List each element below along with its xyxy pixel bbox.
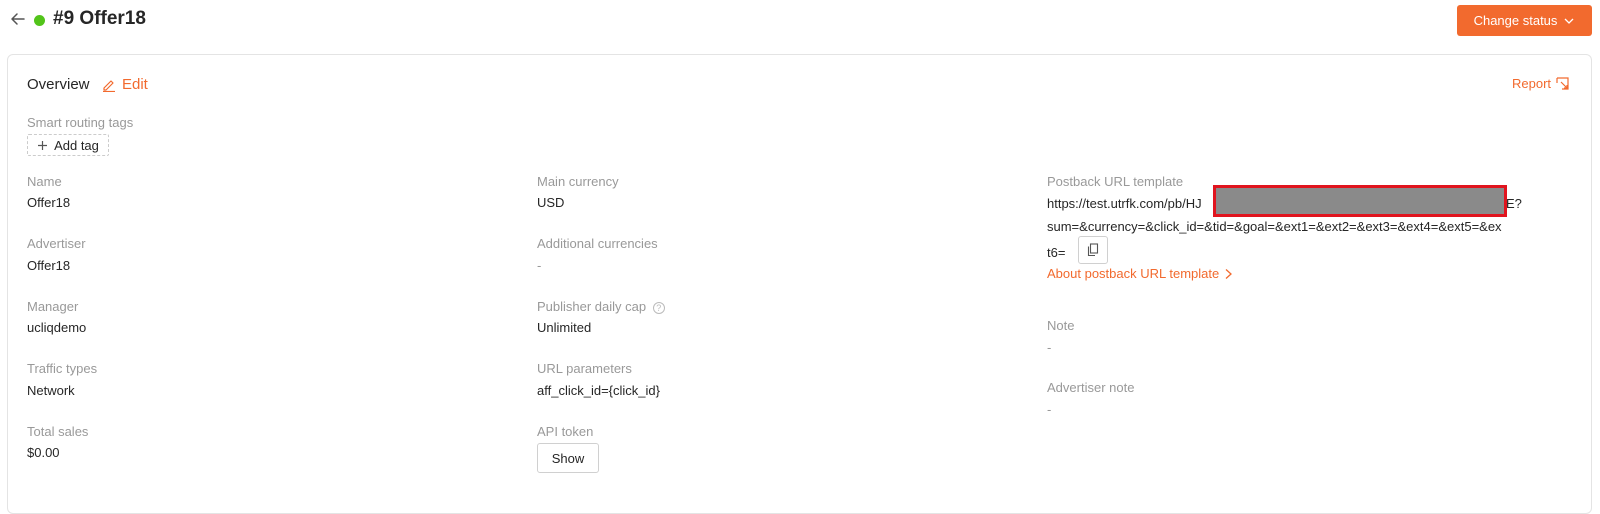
main-currency-label: Main currency <box>537 174 619 189</box>
edit-link[interactable]: Edit <box>102 76 148 93</box>
report-link[interactable]: Report <box>1512 76 1569 91</box>
external-link-icon <box>1556 77 1569 90</box>
status-dot <box>34 15 45 26</box>
chevron-right-icon <box>1225 268 1233 279</box>
overview-title: Overview <box>27 76 90 93</box>
total-sales-value: $0.00 <box>27 445 60 460</box>
main-currency-value: USD <box>537 195 565 210</box>
question-circle-icon[interactable]: ? <box>652 301 665 314</box>
plus-icon <box>38 140 48 150</box>
additional-currencies-label: Additional currencies <box>537 236 658 251</box>
name-label: Name <box>27 174 62 189</box>
postback-line-1-start: https://test.utrfk.com/pb/HJ <box>1047 196 1202 211</box>
advertiser-label: Advertiser <box>27 236 86 251</box>
copy-postback-button[interactable] <box>1078 236 1108 264</box>
page-title: #9 Offer18 <box>53 8 146 29</box>
page-header: #9 Offer18 Change status <box>0 0 1600 44</box>
add-tag-button[interactable]: Add tag <box>27 134 109 156</box>
note-label: Note <box>1047 318 1075 333</box>
postback-url-label: Postback URL template <box>1047 174 1184 189</box>
total-sales-label: Total sales <box>27 424 89 439</box>
traffic-types-value: Network <box>27 383 75 398</box>
show-api-token-button[interactable]: Show <box>537 443 599 473</box>
advertiser-note-value: - <box>1047 402 1052 417</box>
arrow-left-icon <box>11 13 25 25</box>
advertiser-note-label: Advertiser note <box>1047 380 1135 395</box>
edit-label: Edit <box>122 76 148 93</box>
postback-line-3: t6= <box>1047 245 1066 260</box>
additional-currencies-value: - <box>537 258 542 273</box>
url-parameters-label: URL parameters <box>537 361 632 376</box>
advertiser-value: Offer18 <box>27 258 71 273</box>
postback-line-1-end: E? <box>1506 196 1522 211</box>
url-parameters-value: aff_click_id={click_id} <box>537 383 660 398</box>
back-button[interactable] <box>8 9 28 29</box>
postback-line-2: sum=&currency=&click_id=&tid=&goal=&ext1… <box>1047 219 1502 234</box>
redacted-region <box>1213 185 1507 217</box>
about-postback-label: About postback URL template <box>1047 266 1220 281</box>
chevron-down-icon <box>1564 18 1574 24</box>
manager-value: ucliqdemo <box>27 320 87 335</box>
pencil-icon <box>103 79 115 92</box>
smart-routing-tags-label: Smart routing tags <box>27 115 134 130</box>
publisher-daily-cap-label: Publisher daily cap <box>537 299 647 314</box>
publisher-daily-cap-field: Publisher daily cap ? <box>537 299 665 314</box>
report-label: Report <box>1512 76 1552 91</box>
overview-card <box>7 54 1592 514</box>
manager-label: Manager <box>27 299 79 314</box>
traffic-types-label: Traffic types <box>27 361 98 376</box>
copy-icon <box>1087 243 1099 257</box>
note-value: - <box>1047 340 1052 355</box>
name-value: Offer18 <box>27 195 71 210</box>
api-token-label: API token <box>537 424 594 439</box>
add-tag-label: Add tag <box>54 137 99 153</box>
publisher-daily-cap-value: Unlimited <box>537 320 592 335</box>
change-status-label: Change status <box>1473 13 1558 28</box>
change-status-button[interactable]: Change status <box>1457 5 1592 36</box>
about-postback-link[interactable]: About postback URL template <box>1047 266 1233 281</box>
